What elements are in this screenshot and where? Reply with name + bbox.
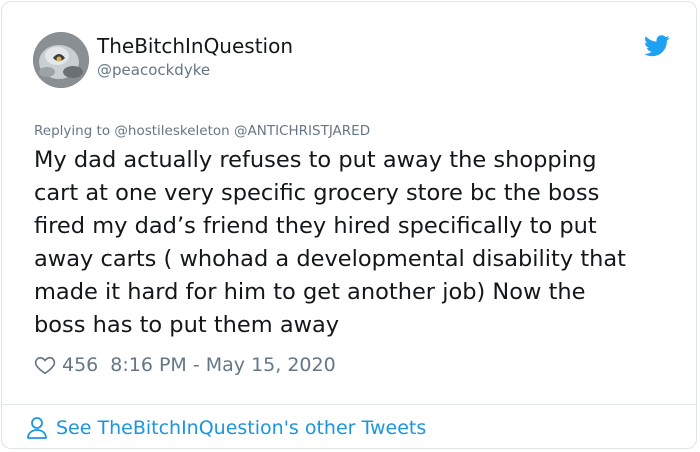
avatar-photo-icon xyxy=(33,32,89,88)
see-other-tweets-link[interactable]: See TheBitchInQuestion's other Tweets xyxy=(26,416,426,440)
replying-to: Replying to @hostileskeleton @ANTICHRIST… xyxy=(34,123,370,139)
see-other-tweets-label: See TheBitchInQuestion's other Tweets xyxy=(56,417,427,439)
display-name[interactable]: TheBitchInQuestion xyxy=(97,34,293,58)
tweet-text: My dad actually refuses to put away the … xyxy=(34,144,674,342)
tweet-meta: 456 8:16 PM - May 15, 2020 xyxy=(34,352,336,378)
tweet-text-line: My dad actually refuses to put away the … xyxy=(34,147,597,173)
like-count[interactable]: 456 xyxy=(62,354,98,376)
user-handle[interactable]: @peacockdyke xyxy=(97,61,210,79)
replying-prefix: Replying to xyxy=(34,123,111,139)
divider xyxy=(2,404,696,405)
tweet-text-line: away carts ( whohad a developmental disa… xyxy=(34,246,627,272)
timestamp[interactable]: 8:16 PM - May 15, 2020 xyxy=(110,354,335,376)
heart-icon[interactable] xyxy=(34,354,56,376)
tweet-card: TheBitchInQuestion @peacockdyke Replying… xyxy=(1,1,697,449)
tweet-text-line: made it hard for him to get another job)… xyxy=(34,279,586,305)
twitter-bird-icon[interactable] xyxy=(644,35,670,57)
tweet-text-line: boss has to put them away xyxy=(34,312,340,338)
avatar[interactable] xyxy=(33,32,89,88)
tweet-text-line: cart at one very specific grocery store … xyxy=(34,180,600,206)
person-icon xyxy=(27,417,47,439)
mention-link[interactable]: @ANTICHRISTJARED xyxy=(234,123,370,139)
tweet-text-line: fired my dad’s friend they hired specifi… xyxy=(34,213,597,239)
mention-link[interactable]: @hostileskeleton xyxy=(114,123,229,139)
